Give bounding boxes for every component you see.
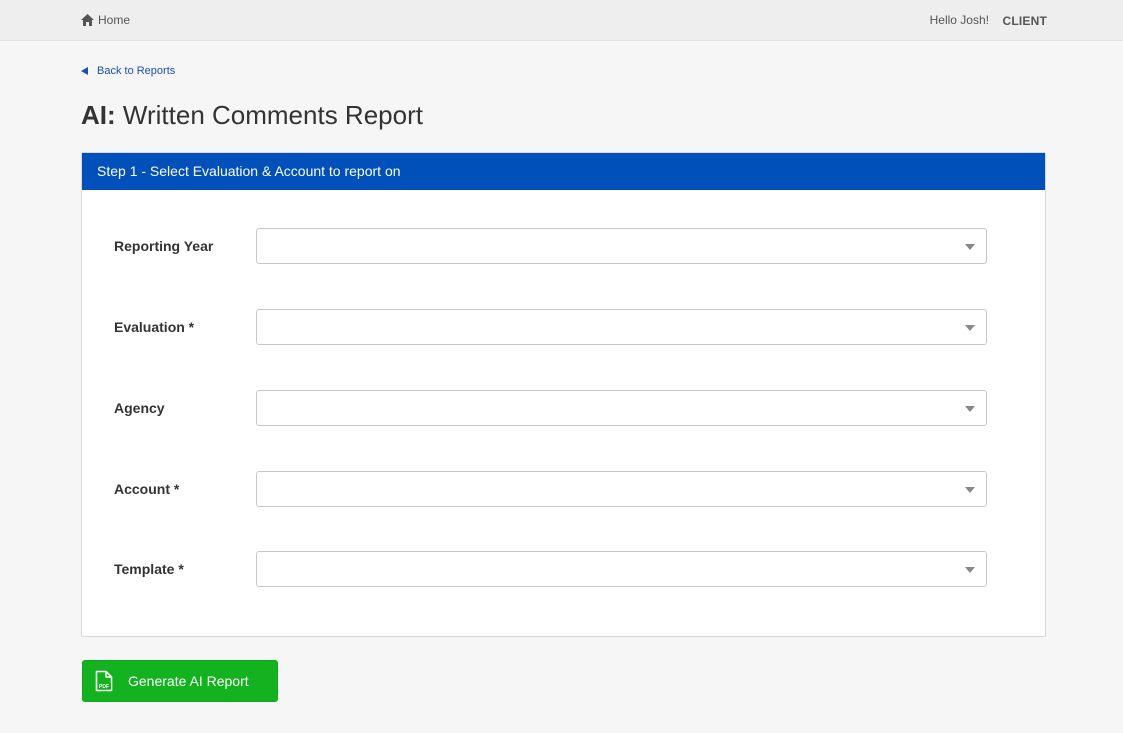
pdf-file-icon: PDF — [95, 670, 113, 692]
agency-row: Agency — [82, 390, 1045, 426]
back-to-reports-link[interactable]: Back to Reports — [81, 65, 175, 77]
svg-text:PDF: PDF — [99, 684, 109, 690]
home-icon — [81, 14, 94, 26]
chevron-down-icon — [965, 244, 975, 250]
chevron-down-icon — [965, 406, 975, 412]
chevron-down-icon — [965, 567, 975, 573]
template-label: Template * — [114, 561, 184, 577]
account-row: Account * — [82, 471, 1045, 507]
account-label: Account * — [114, 481, 180, 497]
back-link-label: Back to Reports — [97, 65, 176, 77]
evaluation-label: Evaluation * — [114, 319, 195, 335]
evaluation-select[interactable] — [256, 309, 987, 345]
top-navigation-bar: Home Hello Josh! CLIENT — [0, 0, 1123, 41]
user-greeting: Hello Josh! — [929, 13, 989, 27]
agency-select[interactable] — [256, 390, 987, 426]
agency-label: Agency — [114, 400, 165, 416]
back-arrow-icon — [81, 67, 88, 75]
report-form-panel: Step 1 - Select Evaluation & Account to … — [81, 152, 1046, 637]
reporting-year-select[interactable] — [256, 228, 987, 264]
reporting-year-label: Reporting Year — [114, 238, 214, 254]
user-role: CLIENT — [1002, 14, 1047, 28]
chevron-down-icon — [965, 325, 975, 331]
generate-ai-report-button[interactable]: PDF Generate AI Report — [82, 660, 278, 702]
template-row: Template * — [82, 551, 1045, 587]
reporting-year-row: Reporting Year — [82, 228, 1045, 264]
panel-header: Step 1 - Select Evaluation & Account to … — [82, 153, 1045, 190]
template-select[interactable] — [256, 551, 987, 587]
chevron-down-icon — [965, 487, 975, 493]
page-title-prefix: AI: — [81, 100, 116, 130]
home-link[interactable]: Home — [81, 13, 130, 27]
page-title: AI: Written Comments Report — [81, 100, 423, 131]
page-title-text: Written Comments Report — [122, 100, 423, 130]
account-select[interactable] — [256, 471, 987, 507]
evaluation-row: Evaluation * — [82, 309, 1045, 345]
home-link-label: Home — [98, 13, 131, 27]
generate-button-label: Generate AI Report — [128, 673, 249, 689]
